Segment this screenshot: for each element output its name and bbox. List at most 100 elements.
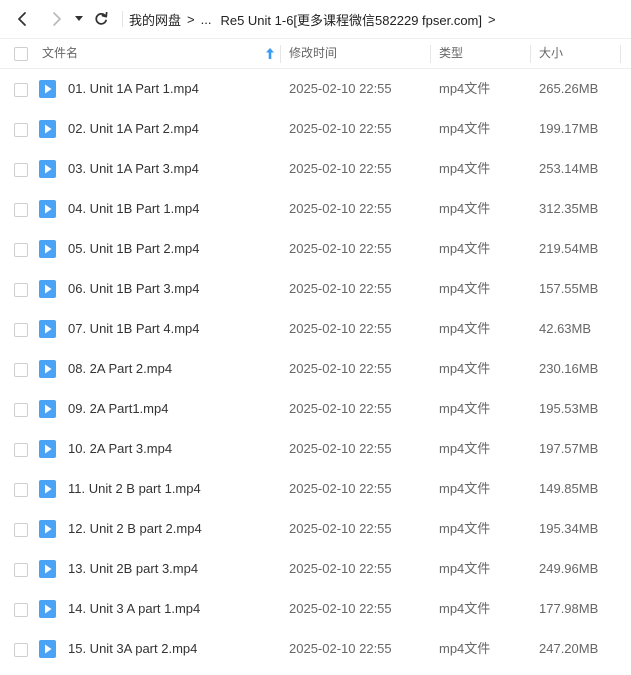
file-size: 247.20MB bbox=[539, 641, 599, 656]
column-header-name[interactable]: 文件名 bbox=[42, 39, 78, 68]
file-type: mp4文件 bbox=[439, 81, 491, 96]
chevron-left-icon bbox=[18, 12, 26, 26]
file-row[interactable]: 11. Unit 2 B part 1.mp4 2025-02-10 22:55… bbox=[0, 469, 631, 509]
file-row[interactable]: 07. Unit 1B Part 4.mp4 2025-02-10 22:55 … bbox=[0, 309, 631, 349]
row-checkbox[interactable] bbox=[14, 483, 28, 497]
file-size: 195.34MB bbox=[539, 521, 599, 536]
column-divider[interactable] bbox=[430, 45, 431, 63]
breadcrumb-root[interactable]: 我的网盘 bbox=[129, 10, 181, 29]
file-list: 01. Unit 1A Part 1.mp4 2025-02-10 22:55 … bbox=[0, 69, 631, 669]
file-size: 219.54MB bbox=[539, 241, 599, 256]
file-name[interactable]: 06. Unit 1B Part 3.mp4 bbox=[68, 269, 200, 309]
file-modified-time: 2025-02-10 22:55 bbox=[289, 521, 392, 536]
file-name[interactable]: 05. Unit 1B Part 2.mp4 bbox=[68, 229, 200, 269]
toolbar-divider bbox=[122, 11, 123, 27]
file-name[interactable]: 04. Unit 1B Part 1.mp4 bbox=[68, 189, 200, 229]
file-row[interactable]: 09. 2A Part1.mp4 2025-02-10 22:55 mp4文件 … bbox=[0, 389, 631, 429]
file-row[interactable]: 04. Unit 1B Part 1.mp4 2025-02-10 22:55 … bbox=[0, 189, 631, 229]
row-checkbox[interactable] bbox=[14, 123, 28, 137]
file-name[interactable]: 13. Unit 2B part 3.mp4 bbox=[68, 549, 198, 589]
file-size: 312.35MB bbox=[539, 201, 599, 216]
video-file-icon bbox=[39, 200, 56, 218]
forward-button[interactable] bbox=[44, 6, 70, 32]
video-file-icon bbox=[39, 400, 56, 418]
file-row[interactable]: 14. Unit 3 A part 1.mp4 2025-02-10 22:55… bbox=[0, 589, 631, 629]
file-name[interactable]: 10. 2A Part 3.mp4 bbox=[68, 429, 172, 469]
file-size: 199.17MB bbox=[539, 121, 599, 136]
chevron-right-icon bbox=[53, 12, 61, 26]
navigation-toolbar: 我的网盘 > ... Re5 Unit 1-6[更多课程微信582229 fps… bbox=[0, 0, 631, 38]
video-file-icon bbox=[39, 320, 56, 338]
back-button[interactable] bbox=[9, 6, 35, 32]
file-name[interactable]: 11. Unit 2 B part 1.mp4 bbox=[68, 469, 201, 509]
file-name[interactable]: 02. Unit 1A Part 2.mp4 bbox=[68, 109, 199, 149]
file-modified-time: 2025-02-10 22:55 bbox=[289, 441, 392, 456]
row-checkbox[interactable] bbox=[14, 363, 28, 377]
file-size: 265.26MB bbox=[539, 81, 599, 96]
file-name[interactable]: 08. 2A Part 2.mp4 bbox=[68, 349, 172, 389]
row-checkbox[interactable] bbox=[14, 603, 28, 617]
breadcrumb-separator: > bbox=[488, 11, 496, 27]
file-name[interactable]: 03. Unit 1A Part 3.mp4 bbox=[68, 149, 199, 189]
row-checkbox[interactable] bbox=[14, 443, 28, 457]
file-size: 230.16MB bbox=[539, 361, 599, 376]
file-modified-time: 2025-02-10 22:55 bbox=[289, 161, 392, 176]
breadcrumb-ellipsis[interactable]: ... bbox=[201, 12, 212, 27]
row-checkbox[interactable] bbox=[14, 203, 28, 217]
breadcrumb-current-folder[interactable]: Re5 Unit 1-6[更多课程微信582229 fpser.com] bbox=[220, 10, 482, 29]
file-name[interactable]: 07. Unit 1B Part 4.mp4 bbox=[68, 309, 200, 349]
row-checkbox[interactable] bbox=[14, 163, 28, 177]
file-size: 197.57MB bbox=[539, 441, 599, 456]
select-all-checkbox[interactable] bbox=[14, 47, 28, 61]
row-checkbox[interactable] bbox=[14, 563, 28, 577]
file-row[interactable]: 15. Unit 3A part 2.mp4 2025-02-10 22:55 … bbox=[0, 629, 631, 669]
refresh-button[interactable] bbox=[88, 6, 114, 32]
row-checkbox[interactable] bbox=[14, 243, 28, 257]
file-row[interactable]: 08. 2A Part 2.mp4 2025-02-10 22:55 mp4文件… bbox=[0, 349, 631, 389]
file-modified-time: 2025-02-10 22:55 bbox=[289, 201, 392, 216]
file-type: mp4文件 bbox=[439, 641, 491, 656]
row-checkbox[interactable] bbox=[14, 83, 28, 97]
column-divider[interactable] bbox=[280, 45, 281, 63]
row-checkbox[interactable] bbox=[14, 403, 28, 417]
video-file-icon bbox=[39, 360, 56, 378]
column-header-type[interactable]: 类型 bbox=[439, 39, 463, 68]
file-name[interactable]: 12. Unit 2 B part 2.mp4 bbox=[68, 509, 202, 549]
file-row[interactable]: 06. Unit 1B Part 3.mp4 2025-02-10 22:55 … bbox=[0, 269, 631, 309]
sort-ascending-icon[interactable] bbox=[266, 48, 274, 59]
column-header-modified[interactable]: 修改时间 bbox=[289, 39, 337, 68]
file-row[interactable]: 02. Unit 1A Part 2.mp4 2025-02-10 22:55 … bbox=[0, 109, 631, 149]
file-row[interactable]: 13. Unit 2B part 3.mp4 2025-02-10 22:55 … bbox=[0, 549, 631, 589]
column-divider[interactable] bbox=[620, 45, 621, 63]
video-file-icon bbox=[39, 640, 56, 658]
file-modified-time: 2025-02-10 22:55 bbox=[289, 81, 392, 96]
file-row[interactable]: 01. Unit 1A Part 1.mp4 2025-02-10 22:55 … bbox=[0, 69, 631, 109]
file-row[interactable]: 03. Unit 1A Part 3.mp4 2025-02-10 22:55 … bbox=[0, 149, 631, 189]
file-row[interactable]: 05. Unit 1B Part 2.mp4 2025-02-10 22:55 … bbox=[0, 229, 631, 269]
column-header-size[interactable]: 大小 bbox=[539, 39, 563, 68]
row-checkbox[interactable] bbox=[14, 643, 28, 657]
file-modified-time: 2025-02-10 22:55 bbox=[289, 641, 392, 656]
file-modified-time: 2025-02-10 22:55 bbox=[289, 401, 392, 416]
file-row[interactable]: 10. 2A Part 3.mp4 2025-02-10 22:55 mp4文件… bbox=[0, 429, 631, 469]
file-size: 149.85MB bbox=[539, 481, 599, 496]
history-dropdown-button[interactable] bbox=[72, 6, 86, 32]
file-modified-time: 2025-02-10 22:55 bbox=[289, 241, 392, 256]
row-checkbox[interactable] bbox=[14, 523, 28, 537]
row-checkbox[interactable] bbox=[14, 283, 28, 297]
file-name[interactable]: 15. Unit 3A part 2.mp4 bbox=[68, 629, 197, 669]
file-row[interactable]: 12. Unit 2 B part 2.mp4 2025-02-10 22:55… bbox=[0, 509, 631, 549]
refresh-icon bbox=[95, 12, 108, 25]
breadcrumb-separator: > bbox=[187, 11, 195, 27]
row-checkbox[interactable] bbox=[14, 323, 28, 337]
file-modified-time: 2025-02-10 22:55 bbox=[289, 121, 392, 136]
column-divider[interactable] bbox=[530, 45, 531, 63]
file-name[interactable]: 14. Unit 3 A part 1.mp4 bbox=[68, 589, 200, 629]
file-type: mp4文件 bbox=[439, 361, 491, 376]
video-file-icon bbox=[39, 600, 56, 618]
file-modified-time: 2025-02-10 22:55 bbox=[289, 321, 392, 336]
file-name[interactable]: 09. 2A Part1.mp4 bbox=[68, 389, 168, 429]
video-file-icon bbox=[39, 440, 56, 458]
video-file-icon bbox=[39, 280, 56, 298]
file-name[interactable]: 01. Unit 1A Part 1.mp4 bbox=[68, 69, 199, 109]
